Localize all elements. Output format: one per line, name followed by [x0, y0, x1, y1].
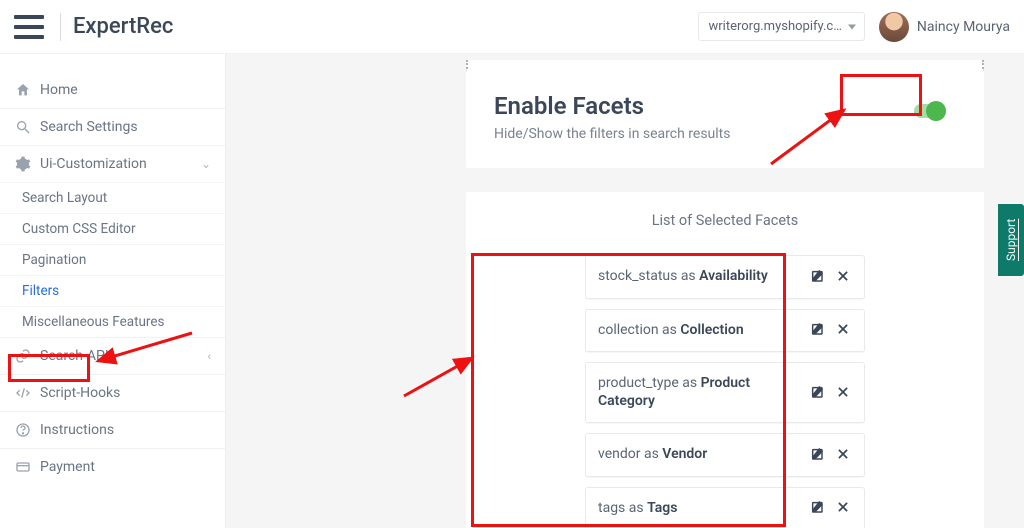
facet-label: vendor as Vendor [598, 446, 707, 464]
remove-icon[interactable] [836, 447, 852, 463]
link-icon [14, 347, 32, 365]
edit-icon[interactable] [810, 385, 826, 401]
sidebar-item-label: Search-API [40, 348, 109, 364]
facet-as-text: as [640, 446, 662, 462]
facets-card: List of Selected Facets stock_status as … [466, 192, 984, 528]
facet-label: tags as Tags [598, 500, 677, 518]
enable-facets-card: Enable Facets Hide/Show the filters in s… [466, 70, 984, 168]
credit-card-icon [14, 458, 32, 476]
facet-alias: Tags [647, 500, 677, 516]
facets-list: stock_status as Availability collection a… [585, 255, 865, 528]
facet-label: collection as Collection [598, 322, 744, 340]
support-tab[interactable]: Support [998, 204, 1024, 276]
sidebar-item-label: Home [40, 82, 78, 98]
facet-actions [810, 322, 852, 338]
edit-icon[interactable] [810, 447, 826, 463]
sidebar-item-payment[interactable]: Payment [0, 448, 225, 485]
facet-key: stock_status [598, 268, 677, 284]
sidebar-sub-search-layout[interactable]: Search Layout [0, 182, 225, 213]
sidebar-sub-custom-css[interactable]: Custom CSS Editor [0, 213, 225, 244]
sidebar-sub-miscellaneous[interactable]: Miscellaneous Features [0, 306, 225, 337]
sidebar-item-search-settings[interactable]: Search Settings [0, 108, 225, 145]
gear-icon [14, 155, 32, 173]
remove-icon[interactable] [836, 500, 852, 516]
enable-facets-toggle[interactable] [914, 104, 944, 118]
help-icon [14, 421, 32, 439]
facet-row[interactable]: vendor as Vendor [585, 433, 865, 477]
edit-icon[interactable] [810, 500, 826, 516]
facet-as-text: as [679, 375, 701, 391]
sidebar-sub-filters[interactable]: Filters [0, 275, 225, 306]
user-name: Naincy Mourya [917, 19, 1010, 35]
sidebar-item-label: Payment [40, 459, 95, 475]
enable-facets-subtitle: Hide/Show the filters in search results [494, 126, 956, 142]
sidebar-item-label: Script-Hooks [40, 385, 120, 401]
facet-alias: Collection [680, 322, 743, 338]
chevron-down-icon: ⌄ [201, 157, 211, 171]
enable-facets-title: Enable Facets [494, 92, 956, 120]
brand-name: ExpertRec [73, 14, 173, 39]
facet-key: vendor [598, 446, 640, 462]
sidebar-sub-pagination[interactable]: Pagination [0, 244, 225, 275]
sidebar-item-instructions[interactable]: Instructions [0, 411, 225, 448]
sidebar-item-search-api[interactable]: Search-API ‹ [0, 337, 225, 374]
remove-icon[interactable] [836, 385, 852, 401]
chevron-right-icon: ‹ [207, 349, 211, 363]
facet-key: collection [598, 322, 659, 338]
facet-actions [810, 385, 852, 401]
facet-as-text: as [677, 268, 699, 284]
facet-alias: Availability [699, 268, 768, 284]
facet-actions [810, 269, 852, 285]
facet-actions [810, 500, 852, 516]
facet-alias: Vendor [662, 446, 707, 462]
facet-label: stock_status as Availability [598, 268, 768, 286]
sidebar: Home Search Settings Ui-Customization ⌄ … [0, 54, 226, 528]
facet-row[interactable]: tags as Tags [585, 487, 865, 528]
edit-icon[interactable] [810, 269, 826, 285]
facets-list-heading: List of Selected Facets [494, 212, 956, 229]
remove-icon[interactable] [836, 322, 852, 338]
code-icon [14, 384, 32, 402]
facet-actions [810, 447, 852, 463]
edit-icon[interactable] [810, 322, 826, 338]
home-icon [14, 81, 32, 99]
remove-icon[interactable] [836, 269, 852, 285]
facet-row[interactable]: stock_status as Availability [585, 255, 865, 299]
sidebar-item-home[interactable]: Home [0, 72, 225, 108]
facet-as-text: as [659, 322, 681, 338]
main-content: Enable Facets Hide/Show the filters in s… [226, 54, 1024, 528]
sidebar-item-script-hooks[interactable]: Script-Hooks [0, 374, 225, 411]
sidebar-item-label: Ui-Customization [40, 156, 147, 172]
sidebar-item-label: Search Settings [40, 119, 138, 135]
facet-label: product_type as Product Category [598, 375, 810, 410]
facet-as-text: as [625, 500, 647, 516]
sidebar-item-ui-customization[interactable]: Ui-Customization ⌄ [0, 145, 225, 182]
facet-key: tags [598, 500, 625, 516]
avatar[interactable] [879, 12, 909, 42]
menu-toggle-button[interactable] [14, 15, 44, 39]
facet-row[interactable]: product_type as Product Category [585, 362, 865, 423]
store-selector[interactable]: writerorg.myshopify.c… [698, 12, 865, 41]
sidebar-item-label: Instructions [40, 422, 114, 438]
facet-row[interactable]: collection as Collection [585, 309, 865, 353]
topbar: ExpertRec writerorg.myshopify.c… Naincy … [0, 0, 1024, 54]
search-icon [14, 118, 32, 136]
brand-separator [60, 13, 61, 41]
facet-key: product_type [598, 375, 679, 391]
store-selector-text: writerorg.myshopify.c… [709, 19, 842, 34]
